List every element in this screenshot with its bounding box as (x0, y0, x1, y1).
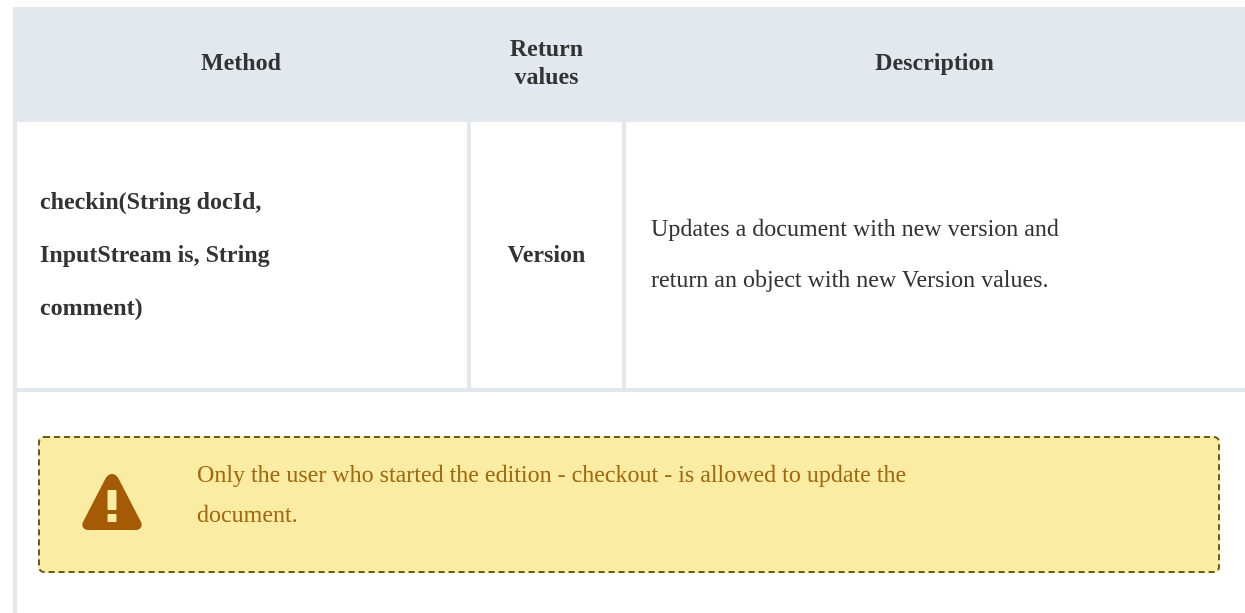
header-description: Description (624, 7, 1245, 120)
header-method-label: Method (201, 49, 281, 76)
description-line2: return an object with new Version values… (651, 267, 1049, 293)
header-method: Method (13, 7, 469, 120)
method-cell: checkin(String docId, InputStream is, St… (13, 118, 471, 392)
warning-text-line1: Only the user who started the edition - … (197, 462, 907, 488)
warning-triangle-icon (82, 474, 142, 530)
return-value: Version (507, 241, 586, 268)
header-return-values: Return values (469, 7, 624, 120)
header-return-values-line2: values (514, 63, 579, 90)
header-return-values-line1: Return (509, 35, 584, 62)
header-description-label: Description (875, 49, 994, 76)
description-line1: Updates a document with new version and (651, 216, 1059, 242)
method-table: Method Return values Description checkin… (13, 7, 1245, 392)
method-signature-line1: checkin(String docId, (40, 188, 262, 215)
return-value-cell: Version (469, 118, 626, 392)
warning-text-line2: document. (197, 502, 298, 528)
method-signature-line3: comment) (40, 294, 143, 321)
description-cell: Updates a document with new version and … (624, 118, 1245, 392)
table-row: checkin(String docId, InputStream is, St… (13, 118, 1245, 392)
page: Method Return values Description checkin… (0, 0, 1245, 613)
warning-callout: Only the user who started the edition - … (38, 436, 1220, 573)
warning-message: Only the user who started the edition - … (197, 455, 957, 535)
table-header-row: Method Return values Description (13, 7, 1245, 120)
method-signature-line2: InputStream is, String (40, 241, 270, 268)
